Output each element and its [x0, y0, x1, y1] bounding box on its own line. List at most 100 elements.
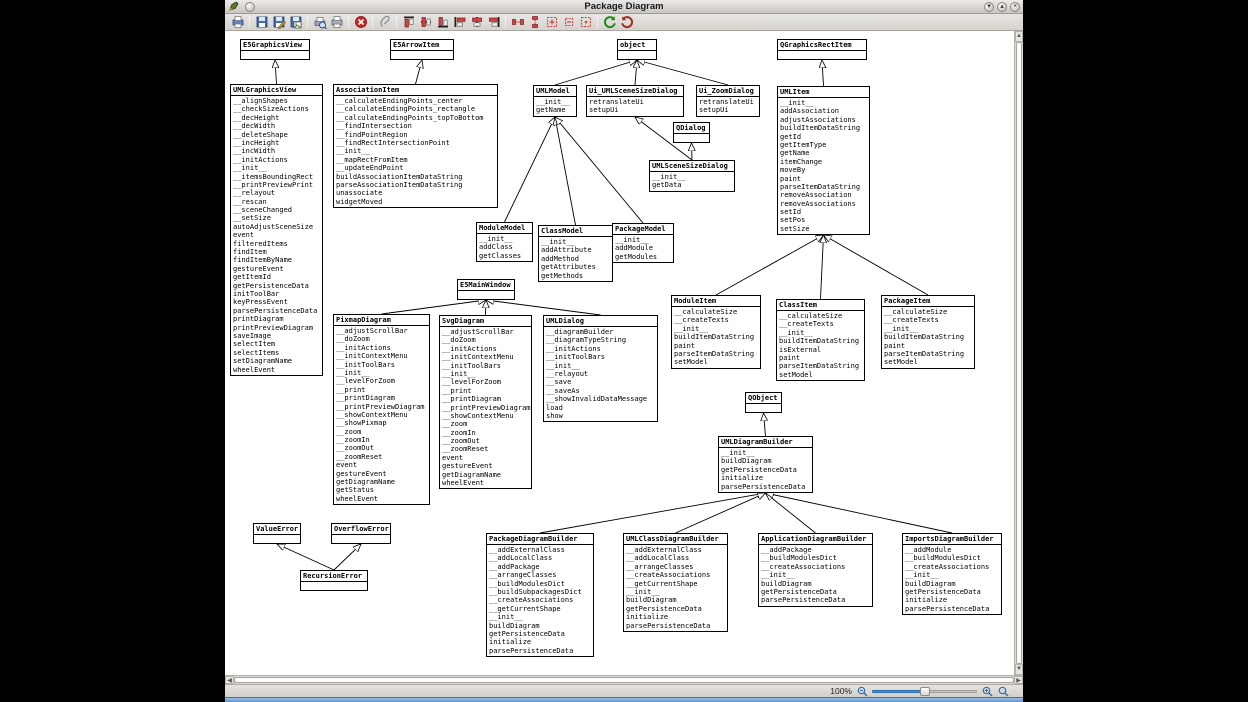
align-right-icon[interactable]	[485, 15, 502, 30]
class-box-UMLSceneSizeDialog[interactable]: UMLSceneSizeDialog__init__getData	[649, 160, 735, 192]
align-left-icon[interactable]	[451, 15, 468, 30]
class-box-SvgDiagram[interactable]: SvgDiagram__adjustScrollBar__doZoom__ini…	[439, 315, 532, 489]
align-middle-icon[interactable]	[417, 15, 434, 30]
class-box-object[interactable]: object	[617, 39, 657, 60]
class-box-E5MainWindow[interactable]: E5MainWindow	[457, 279, 515, 300]
class-methods	[458, 291, 514, 299]
zoom-in-button[interactable]	[981, 685, 993, 697]
class-box-ImportsDiagramBuilder[interactable]: ImportsDiagramBuilder__addModule__buildM…	[902, 533, 1002, 615]
class-box-PackageDiagramBuilder[interactable]: PackageDiagramBuilder__addExternalClass_…	[486, 533, 594, 657]
class-name: ClassModel	[539, 226, 612, 237]
print-diagram-icon[interactable]	[328, 15, 345, 30]
print-preview-icon[interactable]	[311, 15, 328, 30]
method-item: adjustAssociations	[780, 116, 867, 124]
class-box-E5GraphicsView[interactable]: E5GraphicsView	[240, 39, 310, 60]
class-box-ModuleItem[interactable]: ModuleItem__calculateSize__createTexts__…	[671, 295, 761, 369]
method-item: __levelForZoom	[442, 378, 529, 386]
method-item: __init__	[489, 613, 591, 621]
method-item: parseItemDataString	[674, 350, 758, 358]
class-box-PackageModel[interactable]: PackageModel__init__addModulegetModules	[612, 223, 674, 263]
save-icon[interactable]	[253, 15, 270, 30]
class-name: E5ArrowItem	[391, 40, 453, 51]
class-box-ClassModel[interactable]: ClassModel__init__addAttributeaddMethodg…	[538, 225, 613, 282]
class-box-UMLDiagramBuilder[interactable]: UMLDiagramBuilder__init__buildDiagramget…	[718, 436, 813, 493]
class-box-ClassItem[interactable]: ClassItem__calculateSize__createTexts__i…	[776, 299, 865, 381]
class-methods: __alignShapes__checkSizeActions__decHeig…	[231, 96, 322, 375]
class-box-OverflowError[interactable]: OverflowError	[331, 523, 391, 544]
class-box-QDialog[interactable]: QDialog	[673, 122, 710, 143]
class-box-ValueError[interactable]: ValueError	[253, 523, 301, 544]
method-item: getPersistenceData	[905, 588, 999, 596]
save-image-icon[interactable]	[287, 15, 304, 30]
class-box-UMLClassDiagramBuilder[interactable]: UMLClassDiagramBuilder__addExternalClass…	[623, 533, 728, 632]
class-box-UMLGraphicsView[interactable]: UMLGraphicsView__alignShapes__checkSizeA…	[230, 84, 323, 376]
class-box-Ui_UMLSceneSizeDialog[interactable]: Ui_UMLSceneSizeDialogretranslateUisetupU…	[586, 85, 684, 117]
zoom-reset-button[interactable]	[997, 685, 1009, 697]
class-box-E5ArrowItem[interactable]: E5ArrowItem	[390, 39, 454, 60]
method-item: __buildModulesDict	[905, 554, 999, 562]
class-box-QGraphicsRectItem[interactable]: QGraphicsRectItem	[777, 39, 867, 60]
vertical-scrollbar[interactable]: ▲ ▼	[1014, 31, 1023, 675]
horizontal-scrollbar[interactable]: ◀ ▶	[225, 675, 1023, 684]
class-box-AssociationItem[interactable]: AssociationItem__calculateEndingPoints_c…	[333, 84, 498, 208]
scroll-up-icon[interactable]: ▲	[1015, 31, 1023, 42]
method-item: getItemType	[780, 141, 867, 149]
re-layout-icon[interactable]	[618, 15, 635, 30]
class-box-UMLModel[interactable]: UMLModel__init__getName	[533, 85, 577, 117]
class-box-Ui_ZoomDialog[interactable]: Ui_ZoomDialogretranslateUisetupUi	[696, 85, 760, 117]
vertical-scrollbar-thumb[interactable]	[1016, 42, 1022, 664]
method-item: __buildModulesDict	[489, 580, 591, 588]
align-center-horizontal-icon[interactable]	[468, 15, 485, 30]
method-item: buildDiagram	[626, 596, 725, 604]
space-equally-horizontal-icon[interactable]	[509, 15, 526, 30]
method-item: __init__	[721, 449, 810, 457]
method-item: setModel	[884, 358, 972, 366]
method-item: buildItemDataString	[884, 333, 972, 341]
class-name: E5GraphicsView	[241, 40, 309, 51]
scroll-down-icon[interactable]: ▼	[1015, 664, 1023, 675]
class-box-UMLItem[interactable]: UMLItem__init__addAssociationadjustAssoc…	[777, 86, 870, 235]
save-as-icon[interactable]	[270, 15, 287, 30]
scroll-right-icon[interactable]: ▶	[1014, 676, 1023, 684]
decrease-size-icon[interactable]	[560, 15, 577, 30]
align-bottom-icon[interactable]	[434, 15, 451, 30]
method-item: addMethod	[541, 255, 610, 263]
scroll-left-icon[interactable]: ◀	[225, 676, 234, 684]
space-equally-vertical-icon[interactable]	[526, 15, 543, 30]
align-top-icon[interactable]	[400, 15, 417, 30]
inheritance-edge	[555, 117, 643, 223]
class-box-RecursionError[interactable]: RecursionError	[300, 570, 368, 591]
re-scan-icon[interactable]	[601, 15, 618, 30]
inheritance-edge	[824, 235, 929, 295]
increase-size-icon[interactable]	[543, 15, 560, 30]
class-methods: retranslateUisetupUi	[587, 97, 683, 116]
class-box-ModuleModel[interactable]: ModuleModel__init__addClassgetClasses	[476, 222, 533, 262]
method-item: paint	[884, 342, 972, 350]
method-item: __addExternalClass	[626, 546, 725, 554]
class-name: ImportsDiagramBuilder	[903, 534, 1001, 545]
class-box-QObject[interactable]: QObject	[745, 392, 782, 413]
method-item: __addLocalClass	[626, 554, 725, 562]
add-association-icon[interactable]	[376, 15, 393, 30]
window-menu-button[interactable]	[245, 2, 255, 12]
close-button[interactable]: ×	[1010, 2, 1020, 12]
title-bar[interactable]: Package Diagram ▾▴×	[225, 0, 1023, 14]
inheritance-edge	[275, 60, 277, 84]
maximize-button[interactable]: ▴	[997, 2, 1007, 12]
horizontal-scrollbar-thumb[interactable]	[234, 677, 1014, 683]
class-name: UMLItem	[778, 87, 869, 98]
diagram-canvas[interactable]: E5GraphicsView E5ArrowItem object QGraphics…	[225, 31, 1014, 675]
zoom-out-button[interactable]	[856, 685, 868, 697]
set-size-icon[interactable]	[577, 15, 594, 30]
zoom-slider[interactable]	[872, 686, 977, 696]
class-methods: __init__addAttributeaddMethodgetAttribut…	[539, 237, 612, 281]
class-box-UMLDialog[interactable]: UMLDialog__diagramBuilder__diagramTypeSt…	[543, 315, 658, 422]
delete-shapes-icon[interactable]	[352, 15, 369, 30]
zoom-slider-handle[interactable]	[920, 687, 930, 696]
class-box-PixmapDiagram[interactable]: PixmapDiagram__adjustScrollBar__doZoom__…	[333, 314, 430, 505]
shade-button[interactable]: ▾	[984, 2, 994, 12]
class-box-ApplicationDiagramBuilder[interactable]: ApplicationDiagramBuilder__addPackage__b…	[758, 533, 873, 607]
method-item: parseItemDataString	[780, 183, 867, 191]
class-box-PackageItem[interactable]: PackageItem__calculateSize__createTexts_…	[881, 295, 975, 369]
print-icon[interactable]	[229, 15, 246, 30]
